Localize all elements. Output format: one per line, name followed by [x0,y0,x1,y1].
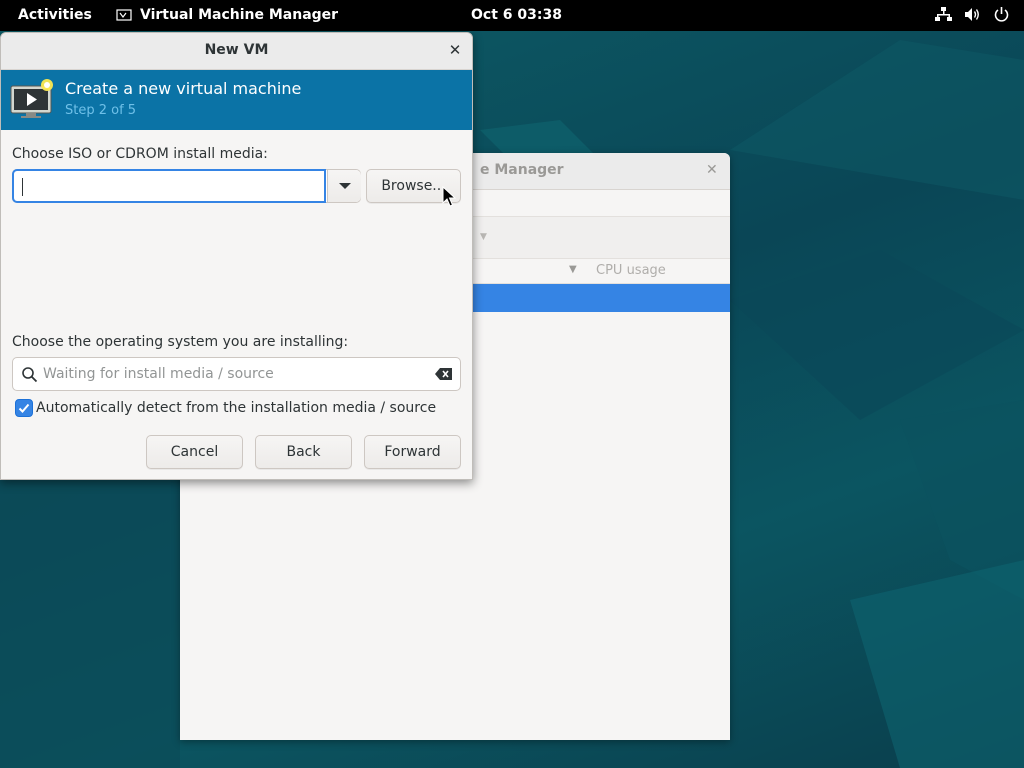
os-search-input[interactable]: Waiting for install media / source [12,357,461,391]
clear-icon[interactable] [435,367,453,381]
system-tray[interactable] [935,6,1010,23]
wizard-heading: Create a new virtual machine [65,79,302,98]
iso-path-input[interactable] [12,169,326,203]
forward-button[interactable]: Forward [364,435,461,469]
wizard-banner: Create a new virtual machine Step 2 of 5 [1,70,472,130]
auto-detect-label[interactable]: Automatically detect from the installati… [36,400,436,416]
dialog-title: New VM [204,42,269,58]
text-caret [22,178,23,196]
new-vm-dialog: New VM ✕ Create a new virtual machine St… [0,32,473,480]
cpu-usage-column-header[interactable]: CPU usage [596,263,666,278]
chevron-down-icon [339,183,351,189]
sort-arrow-icon[interactable]: ▼ [569,264,577,275]
main-window-close-icon[interactable]: ✕ [706,162,718,178]
virt-manager-app-icon [116,9,132,21]
auto-detect-checkbox[interactable] [15,399,33,417]
activities-button[interactable]: Activities [18,7,92,23]
back-button[interactable]: Back [255,435,352,469]
top-bar: Activities Virtual Machine Manager Oct 6… [0,0,1024,31]
close-icon[interactable]: ✕ [445,40,465,60]
app-name: Virtual Machine Manager [140,7,339,23]
iso-path-combobox[interactable] [12,169,361,203]
volume-icon[interactable] [964,6,981,23]
network-wired-icon[interactable] [935,6,952,23]
checkmark-icon [18,403,30,413]
wizard-step-indicator: Step 2 of 5 [65,103,137,118]
power-icon[interactable] [993,6,1010,23]
cancel-button[interactable]: Cancel [146,435,243,469]
clock[interactable]: Oct 6 03:38 [471,7,562,23]
iso-media-label: Choose ISO or CDROM install media: [12,146,268,162]
main-window-title: e Manager [480,162,564,178]
search-icon [22,367,38,383]
os-search-placeholder: Waiting for install media / source [43,366,274,382]
dialog-titlebar[interactable]: New VM ✕ [1,33,472,70]
mouse-pointer-icon [442,186,456,207]
app-menu[interactable]: Virtual Machine Manager [116,7,338,23]
os-label: Choose the operating system you are inst… [12,334,349,350]
new-vm-monitor-icon [10,79,53,118]
iso-dropdown-button[interactable] [327,170,361,202]
toolbar-dropdown-icon[interactable]: ▼ [480,232,487,242]
